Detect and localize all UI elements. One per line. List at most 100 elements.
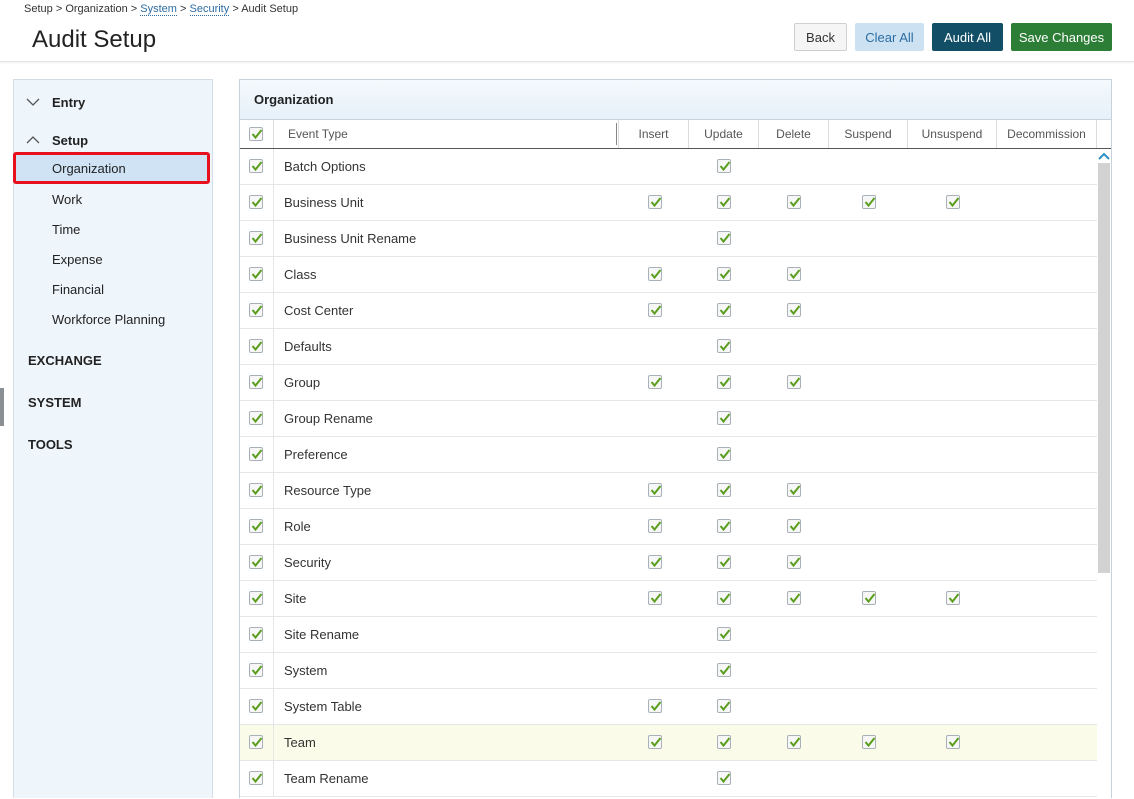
row-select-checkbox[interactable] [249, 447, 263, 461]
row-select-checkbox[interactable] [249, 339, 263, 353]
row-select-checkbox[interactable] [249, 231, 263, 245]
audit-checkbox-update[interactable] [717, 771, 731, 785]
column-header-update[interactable]: Update [689, 120, 759, 148]
row-select-checkbox[interactable] [249, 663, 263, 677]
row-select-checkbox[interactable] [249, 267, 263, 281]
breadcrumb-security-link[interactable]: Security [189, 3, 230, 16]
event-type-name: Business Unit Rename [284, 231, 417, 246]
audit-checkbox-insert[interactable] [648, 375, 662, 389]
audit-checkbox-update[interactable] [717, 555, 731, 569]
audit-checkbox-delete[interactable] [787, 195, 801, 209]
breadcrumb-separator: > [180, 3, 187, 15]
audit-checkbox-delete[interactable] [787, 267, 801, 281]
sidebar-item-expense[interactable]: Expense [14, 244, 212, 274]
audit-checkbox-suspend[interactable] [862, 735, 876, 749]
row-select-checkbox[interactable] [249, 483, 263, 497]
event-type-name: Resource Type [284, 483, 372, 498]
audit-checkbox-unsuspend[interactable] [946, 591, 960, 605]
event-type-name: Group [284, 375, 321, 390]
row-select-checkbox[interactable] [249, 627, 263, 641]
audit-checkbox-update[interactable] [717, 231, 731, 245]
sidebar-entry-toggle[interactable]: Entry [14, 92, 85, 112]
column-header-suspend[interactable]: Suspend [829, 120, 908, 148]
column-header-decommission[interactable]: Decommission [997, 120, 1097, 148]
sidebar-item-time[interactable]: Time [14, 214, 212, 244]
audit-checkbox-update[interactable] [717, 375, 731, 389]
audit-checkbox-update[interactable] [717, 303, 731, 317]
sidebar-tools[interactable]: TOOLS [28, 437, 73, 452]
audit-checkbox-delete[interactable] [787, 735, 801, 749]
audit-checkbox-update[interactable] [717, 339, 731, 353]
sidebar-item-workforce-planning[interactable]: Workforce Planning [14, 304, 212, 334]
audit-checkbox-insert[interactable] [648, 555, 662, 569]
row-select-checkbox[interactable] [249, 519, 263, 533]
audit-checkbox-insert[interactable] [648, 195, 662, 209]
chevron-up-icon [26, 133, 40, 147]
save-changes-button[interactable]: Save Changes [1011, 23, 1112, 51]
audit-checkbox-insert[interactable] [648, 303, 662, 317]
audit-checkbox-insert[interactable] [648, 267, 662, 281]
scrollbar-thumb[interactable] [1098, 163, 1110, 573]
column-header-delete[interactable]: Delete [759, 120, 829, 148]
audit-checkbox-unsuspend[interactable] [946, 195, 960, 209]
audit-checkbox-update[interactable] [717, 699, 731, 713]
audit-checkbox-update[interactable] [717, 591, 731, 605]
audit-checkbox-update[interactable] [717, 483, 731, 497]
sidebar-item-label: Expense [52, 251, 103, 267]
scroll-up-icon[interactable] [1098, 150, 1110, 162]
column-header-event-type[interactable]: Event Type [274, 120, 617, 148]
column-header-unsuspend[interactable]: Unsuspend [908, 120, 997, 148]
audit-checkbox-insert[interactable] [648, 483, 662, 497]
table-row: Defaults [240, 329, 1097, 365]
audit-checkbox-suspend[interactable] [862, 195, 876, 209]
audit-checkbox-delete[interactable] [787, 375, 801, 389]
row-select-cell [240, 689, 274, 724]
audit-all-button[interactable]: Audit All [932, 23, 1003, 51]
row-select-checkbox[interactable] [249, 735, 263, 749]
audit-panel: Organization Event Type Insert Update De… [239, 79, 1112, 799]
table-row: Class [240, 257, 1097, 293]
audit-checkbox-delete[interactable] [787, 303, 801, 317]
audit-checkbox-suspend[interactable] [862, 591, 876, 605]
row-select-checkbox[interactable] [249, 303, 263, 317]
sidebar-item-organization[interactable]: Organization [13, 152, 210, 184]
audit-checkbox-update[interactable] [717, 519, 731, 533]
row-select-checkbox[interactable] [249, 771, 263, 785]
audit-checkbox-update[interactable] [717, 447, 731, 461]
row-select-checkbox[interactable] [249, 195, 263, 209]
sidebar-item-financial[interactable]: Financial [14, 274, 212, 304]
audit-checkbox-delete[interactable] [787, 519, 801, 533]
row-select-checkbox[interactable] [249, 411, 263, 425]
audit-checkbox-insert[interactable] [648, 699, 662, 713]
column-header-insert[interactable]: Insert [618, 120, 689, 148]
audit-checkbox-update[interactable] [717, 735, 731, 749]
sidebar-system[interactable]: SYSTEM [28, 395, 81, 410]
row-select-checkbox[interactable] [249, 591, 263, 605]
audit-checkbox-update[interactable] [717, 627, 731, 641]
sidebar-setup-toggle[interactable]: Setup [14, 130, 88, 150]
select-all-checkbox[interactable] [249, 127, 263, 141]
audit-checkbox-delete[interactable] [787, 483, 801, 497]
clear-all-button[interactable]: Clear All [855, 23, 924, 51]
audit-checkbox-delete[interactable] [787, 555, 801, 569]
sidebar-item-work[interactable]: Work [14, 184, 212, 214]
vertical-scrollbar[interactable] [1097, 149, 1111, 799]
audit-checkbox-insert[interactable] [648, 519, 662, 533]
audit-checkbox-update[interactable] [717, 267, 731, 281]
sidebar-exchange[interactable]: EXCHANGE [28, 353, 102, 368]
audit-checkbox-unsuspend[interactable] [946, 735, 960, 749]
event-type-name: Defaults [284, 339, 332, 354]
audit-checkbox-insert[interactable] [648, 591, 662, 605]
audit-checkbox-update[interactable] [717, 411, 731, 425]
back-button[interactable]: Back [794, 23, 847, 51]
audit-checkbox-update[interactable] [717, 663, 731, 677]
row-select-checkbox[interactable] [249, 159, 263, 173]
audit-checkbox-update[interactable] [717, 159, 731, 173]
row-select-checkbox[interactable] [249, 555, 263, 569]
audit-checkbox-update[interactable] [717, 195, 731, 209]
breadcrumb-system-link[interactable]: System [140, 3, 177, 16]
audit-checkbox-insert[interactable] [648, 735, 662, 749]
row-select-checkbox[interactable] [249, 699, 263, 713]
audit-checkbox-delete[interactable] [787, 591, 801, 605]
row-select-checkbox[interactable] [249, 375, 263, 389]
